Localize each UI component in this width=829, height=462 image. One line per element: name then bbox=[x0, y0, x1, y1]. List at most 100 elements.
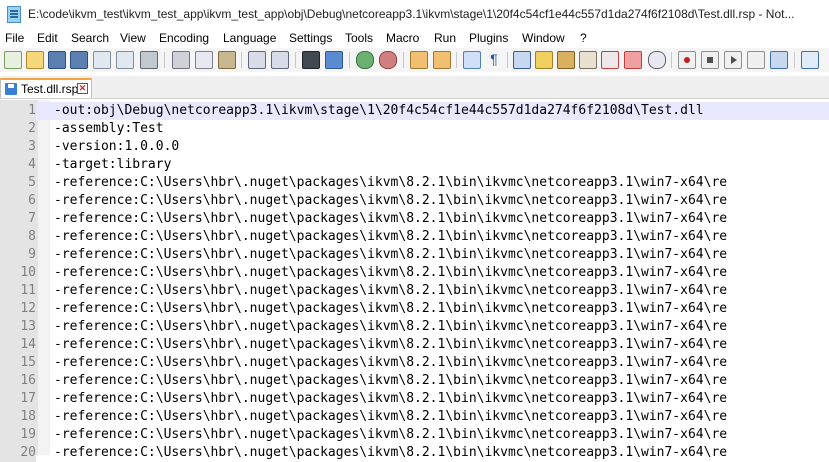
save-all-icon[interactable] bbox=[70, 51, 88, 69]
replace-icon[interactable] bbox=[325, 51, 343, 69]
menu-view[interactable]: View bbox=[120, 31, 146, 45]
close-all-icon[interactable] bbox=[116, 51, 134, 69]
line-text[interactable]: -reference:C:\Users\hbr\.nuget\packages\… bbox=[54, 210, 727, 228]
sync-horizontal-icon[interactable] bbox=[433, 51, 451, 69]
editor-line[interactable]: 6 -reference:C:\Users\hbr\.nuget\packages… bbox=[0, 192, 829, 210]
play-triangle-icon bbox=[731, 56, 737, 64]
cut-icon[interactable] bbox=[172, 51, 190, 69]
line-number: 1 bbox=[0, 102, 36, 120]
find-icon[interactable] bbox=[302, 51, 320, 69]
line-text[interactable]: -reference:C:\Users\hbr\.nuget\packages\… bbox=[54, 318, 727, 336]
zoom-out-icon[interactable] bbox=[379, 51, 397, 69]
notepad-plus-plus-icon bbox=[7, 6, 21, 23]
document-map-icon[interactable] bbox=[535, 51, 553, 69]
line-text[interactable]: -reference:C:\Users\hbr\.nuget\packages\… bbox=[54, 300, 727, 318]
paste-icon[interactable] bbox=[218, 51, 236, 69]
editor-line[interactable]: 14 -reference:C:\Users\hbr\.nuget\package… bbox=[0, 336, 829, 354]
menu-help[interactable]: ? bbox=[580, 31, 587, 45]
editor[interactable]: 1 -out:obj\Debug\netcoreapp3.1\ikvm\stage… bbox=[0, 100, 829, 462]
line-number: 14 bbox=[0, 336, 36, 354]
editor-line[interactable]: 17 -reference:C:\Users\hbr\.nuget\package… bbox=[0, 390, 829, 408]
line-text[interactable]: -reference:C:\Users\hbr\.nuget\packages\… bbox=[54, 264, 727, 282]
tab-close-icon[interactable]: ✕ bbox=[77, 83, 88, 94]
close-icon[interactable] bbox=[93, 51, 111, 69]
tab-bar: Test.dll.rsp ✕ bbox=[0, 76, 829, 99]
copy-icon[interactable] bbox=[195, 51, 213, 69]
line-number: 9 bbox=[0, 246, 36, 264]
editor-line[interactable]: 2 -assembly:Test bbox=[0, 120, 829, 138]
menu-run[interactable]: Run bbox=[434, 31, 456, 45]
line-text[interactable]: -reference:C:\Users\hbr\.nuget\packages\… bbox=[54, 174, 727, 192]
tab-test-dll-rsp[interactable]: Test.dll.rsp ✕ bbox=[0, 78, 92, 98]
line-text[interactable]: -reference:C:\Users\hbr\.nuget\packages\… bbox=[54, 246, 727, 264]
editor-line[interactable]: 11 -reference:C:\Users\hbr\.nuget\package… bbox=[0, 282, 829, 300]
extra-toolbar-icon[interactable] bbox=[801, 51, 819, 69]
menu-encoding[interactable]: Encoding bbox=[159, 31, 209, 45]
spellcheck-icon[interactable] bbox=[648, 51, 666, 69]
menu-edit[interactable]: Edit bbox=[37, 31, 58, 45]
sync-vertical-icon[interactable] bbox=[410, 51, 428, 69]
line-number: 10 bbox=[0, 264, 36, 282]
line-text[interactable]: -out:obj\Debug\netcoreapp3.1\ikvm\stage\… bbox=[54, 102, 704, 120]
menu-plugins[interactable]: Plugins bbox=[469, 31, 508, 45]
line-text[interactable]: -assembly:Test bbox=[54, 120, 164, 138]
document-list-icon[interactable] bbox=[601, 51, 619, 69]
line-number: 20 bbox=[0, 444, 36, 462]
editor-line[interactable]: 10 -reference:C:\Users\hbr\.nuget\package… bbox=[0, 264, 829, 282]
line-text[interactable]: -reference:C:\Users\hbr\.nuget\packages\… bbox=[54, 192, 727, 210]
word-wrap-icon[interactable] bbox=[463, 51, 481, 69]
menu-tools[interactable]: Tools bbox=[345, 31, 373, 45]
line-text[interactable]: -reference:C:\Users\hbr\.nuget\packages\… bbox=[54, 282, 727, 300]
menu-settings[interactable]: Settings bbox=[289, 31, 332, 45]
save-macro-icon[interactable] bbox=[770, 51, 788, 69]
menu-window[interactable]: Window bbox=[522, 31, 565, 45]
line-text[interactable]: -reference:C:\Users\hbr\.nuget\packages\… bbox=[54, 336, 727, 354]
tab-label: Test.dll.rsp bbox=[21, 82, 79, 96]
open-file-icon[interactable] bbox=[26, 51, 44, 69]
new-file-icon[interactable] bbox=[4, 51, 22, 69]
line-number: 16 bbox=[0, 372, 36, 390]
line-text[interactable]: -reference:C:\Users\hbr\.nuget\packages\… bbox=[54, 228, 727, 246]
editor-line[interactable]: 9 -reference:C:\Users\hbr\.nuget\packages… bbox=[0, 246, 829, 264]
editor-line[interactable]: 19 -reference:C:\Users\hbr\.nuget\package… bbox=[0, 426, 829, 444]
editor-line[interactable]: 7 -reference:C:\Users\hbr\.nuget\packages… bbox=[0, 210, 829, 228]
line-text[interactable]: -version:1.0.0.0 bbox=[54, 138, 179, 156]
show-all-characters-icon[interactable]: ¶ bbox=[486, 51, 502, 67]
editor-line[interactable]: 4 -target:library bbox=[0, 156, 829, 174]
folder-as-workspace-icon[interactable] bbox=[579, 51, 597, 69]
editor-line[interactable]: 13 -reference:C:\Users\hbr\.nuget\package… bbox=[0, 318, 829, 336]
editor-line[interactable]: 12 -reference:C:\Users\hbr\.nuget\package… bbox=[0, 300, 829, 318]
monitoring-icon[interactable] bbox=[624, 51, 642, 69]
zoom-in-icon[interactable] bbox=[356, 51, 374, 69]
redo-icon[interactable] bbox=[271, 51, 289, 69]
line-number: 17 bbox=[0, 390, 36, 408]
window-title: E:\code\ikvm_test\ikvm_test_app\ikvm_tes… bbox=[28, 7, 795, 21]
line-text[interactable]: -reference:C:\Users\hbr\.nuget\packages\… bbox=[54, 444, 727, 462]
line-text[interactable]: -target:library bbox=[54, 156, 171, 174]
run-macro-multiple-icon[interactable] bbox=[747, 51, 765, 69]
indent-guide-icon[interactable] bbox=[513, 51, 531, 69]
menu-file[interactable]: File bbox=[5, 31, 24, 45]
menu-search[interactable]: Search bbox=[71, 31, 109, 45]
editor-line[interactable]: 5 -reference:C:\Users\hbr\.nuget\packages… bbox=[0, 174, 829, 192]
undo-icon[interactable] bbox=[248, 51, 266, 69]
menu-macro[interactable]: Macro bbox=[386, 31, 419, 45]
current-line[interactable]: 1 -out:obj\Debug\netcoreapp3.1\ikvm\stage… bbox=[0, 102, 829, 120]
editor-line[interactable]: 16 -reference:C:\Users\hbr\.nuget\package… bbox=[0, 372, 829, 390]
line-text[interactable]: -reference:C:\Users\hbr\.nuget\packages\… bbox=[54, 426, 727, 444]
stop-square-icon bbox=[707, 57, 713, 63]
print-icon[interactable] bbox=[140, 51, 158, 69]
editor-line[interactable]: 8 -reference:C:\Users\hbr\.nuget\packages… bbox=[0, 228, 829, 246]
saved-file-icon bbox=[5, 83, 17, 95]
save-icon[interactable] bbox=[48, 51, 66, 69]
editor-line[interactable]: 20 -reference:C:\Users\hbr\.nuget\package… bbox=[0, 444, 829, 462]
line-text[interactable]: -reference:C:\Users\hbr\.nuget\packages\… bbox=[54, 372, 727, 390]
line-text[interactable]: -reference:C:\Users\hbr\.nuget\packages\… bbox=[54, 408, 727, 426]
line-text[interactable]: -reference:C:\Users\hbr\.nuget\packages\… bbox=[54, 354, 727, 372]
editor-line[interactable]: 15 -reference:C:\Users\hbr\.nuget\package… bbox=[0, 354, 829, 372]
function-list-icon[interactable] bbox=[557, 51, 575, 69]
line-text[interactable]: -reference:C:\Users\hbr\.nuget\packages\… bbox=[54, 390, 727, 408]
menu-language[interactable]: Language bbox=[223, 31, 276, 45]
editor-line[interactable]: 18 -reference:C:\Users\hbr\.nuget\package… bbox=[0, 408, 829, 426]
editor-line[interactable]: 3 -version:1.0.0.0 bbox=[0, 138, 829, 156]
